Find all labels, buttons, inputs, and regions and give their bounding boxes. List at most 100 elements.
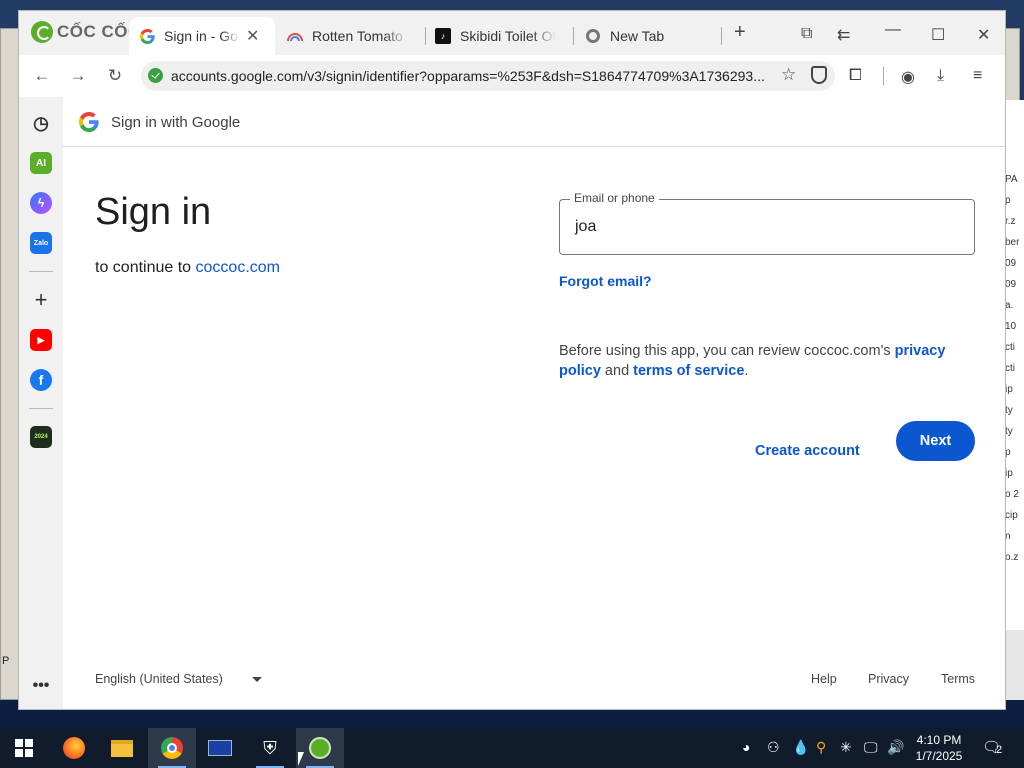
background-window-text: P bbox=[2, 655, 10, 667]
mouse-cursor bbox=[298, 752, 304, 766]
background-window-fragment: o.z bbox=[1005, 552, 1019, 563]
chrome-tray-icon[interactable]: ◕ bbox=[742, 739, 750, 755]
close-window-icon[interactable]: ✕ bbox=[977, 25, 990, 45]
secure-lock-icon[interactable] bbox=[148, 68, 163, 83]
firefox-icon[interactable] bbox=[50, 728, 98, 768]
volume-icon[interactable]: 🔊 bbox=[887, 739, 904, 756]
minimize-icon[interactable]: — bbox=[885, 21, 901, 39]
tab-skibidi-toilet[interactable]: ♪ Skibidi Toilet Offici bbox=[425, 17, 575, 55]
background-window-fragment: ty bbox=[1005, 426, 1013, 437]
address-bar[interactable]: accounts.google.com/v3/signin/identifier… bbox=[141, 61, 835, 91]
download-icon[interactable]: ⤓ bbox=[937, 67, 944, 85]
notification-center-icon[interactable]: 🗨 2 bbox=[982, 738, 1004, 758]
clock-date: 1/7/2025 bbox=[915, 749, 963, 763]
chrome-icon[interactable] bbox=[148, 728, 196, 768]
create-account-button[interactable]: Create account bbox=[755, 443, 860, 459]
back-history-icon[interactable]: ⇇ bbox=[837, 25, 850, 45]
menu-hamburger-icon[interactable]: ≡ bbox=[973, 67, 982, 85]
reload-icon[interactable]: ↻ bbox=[104, 65, 126, 87]
ai-assistant-icon[interactable]: AI bbox=[30, 152, 52, 174]
next-button[interactable]: Next bbox=[896, 421, 975, 461]
tab-title: Sign in - Google Accounts bbox=[164, 28, 240, 44]
file-explorer-icon[interactable] bbox=[98, 728, 146, 768]
background-window-fragment: cti bbox=[1005, 342, 1015, 353]
add-sidebar-app-icon[interactable]: + bbox=[30, 287, 52, 312]
background-window-fragment: 09 bbox=[1005, 258, 1017, 269]
terms-of-service-link[interactable]: terms of service bbox=[633, 363, 744, 379]
clock-time: 4:10 PM bbox=[916, 733, 962, 747]
background-window-fragment: ip bbox=[1005, 384, 1013, 395]
privacy-link[interactable]: Privacy bbox=[868, 672, 909, 686]
profile-icon[interactable]: ◉ bbox=[901, 67, 915, 87]
email-field-value[interactable]: joa bbox=[575, 218, 596, 236]
url-text[interactable]: accounts.google.com/v3/signin/identifier… bbox=[171, 68, 771, 84]
search-tray-icon[interactable]: ⚲ bbox=[816, 739, 826, 756]
terms-link[interactable]: Terms bbox=[941, 672, 975, 686]
help-link[interactable]: Help bbox=[811, 672, 837, 686]
background-window-fragment: 09 bbox=[1005, 279, 1017, 290]
continue-text: to continue to coccoc.com bbox=[95, 259, 280, 277]
extensions-puzzle-icon[interactable]: ⧠ bbox=[849, 67, 862, 85]
coccoc-badge-icon[interactable]: 2024 bbox=[30, 426, 52, 448]
continue-prefix: to continue to bbox=[95, 259, 196, 276]
back-arrow-icon[interactable]: ← bbox=[31, 65, 53, 87]
tab-rotten-tomato[interactable]: Rotten Tomato De bbox=[277, 17, 427, 55]
tab-close-icon[interactable]: ✕ bbox=[246, 26, 259, 46]
browser-window: CỐC CỐC Sign in - Google Accounts ✕ Rott… bbox=[18, 10, 1006, 710]
continue-site-link[interactable]: coccoc.com bbox=[196, 259, 280, 276]
facebook-icon[interactable]: f bbox=[30, 369, 52, 391]
language-dropdown-caret-icon[interactable] bbox=[252, 677, 262, 682]
tiktok-favicon-icon: ♪ bbox=[435, 28, 451, 44]
remote-desktop-icon[interactable] bbox=[196, 728, 244, 768]
forward-arrow-icon[interactable]: → bbox=[67, 65, 89, 87]
notification-count: 2 bbox=[996, 744, 1003, 756]
background-window-fragment: 10 bbox=[1005, 321, 1017, 332]
search-tabs-icon[interactable]: ⧉ bbox=[801, 25, 812, 43]
coccoc-logo[interactable]: CỐC CỐC bbox=[31, 21, 141, 43]
drop-tray-icon[interactable]: 💧 bbox=[792, 739, 809, 756]
rainbow-favicon-icon bbox=[287, 28, 303, 44]
tab-new-tab[interactable]: New Tab bbox=[575, 17, 721, 55]
toolbar-separator bbox=[883, 67, 884, 85]
history-icon[interactable]: ◷ bbox=[30, 112, 52, 134]
tab-google-sign-in[interactable]: Sign in - Google Accounts ✕ bbox=[129, 17, 275, 55]
new-tab-plus-icon[interactable]: + bbox=[734, 21, 746, 44]
security-shield-icon[interactable]: ⛨ bbox=[246, 728, 294, 768]
background-window-fragment: PA bbox=[1005, 174, 1018, 185]
language-selector[interactable]: English (United States) bbox=[95, 672, 223, 686]
sidebar-divider bbox=[29, 408, 53, 409]
bookmark-star-icon[interactable]: ☆ bbox=[781, 65, 796, 85]
google-favicon-icon bbox=[139, 28, 155, 44]
windows-start-button[interactable] bbox=[0, 728, 48, 768]
forgot-email-link[interactable]: Forgot email? bbox=[559, 273, 652, 289]
tab-separator bbox=[573, 27, 574, 45]
email-field[interactable]: Email or phone joa bbox=[559, 191, 975, 255]
background-window-fragment: o 2 bbox=[1005, 489, 1019, 500]
maximize-icon[interactable]: ☐ bbox=[931, 25, 945, 45]
people-tray-icon[interactable]: ⚇ bbox=[767, 739, 780, 756]
background-window-fragment: ty bbox=[1005, 405, 1013, 416]
sidebar: ◷ AI ϟ Zalo + ▶ f 2024 ••• bbox=[19, 97, 63, 709]
background-window-fragment: ber bbox=[1005, 237, 1020, 248]
privacy-mid: and bbox=[600, 363, 634, 379]
background-window-fragment: cti bbox=[1005, 363, 1015, 374]
privacy-notice: Before using this app, you can review co… bbox=[559, 341, 979, 381]
privacy-prefix: Before using this app, you can review co… bbox=[559, 343, 895, 359]
tab-title: Skibidi Toilet Offici bbox=[460, 28, 556, 44]
privacy-suffix: . bbox=[744, 363, 749, 379]
coccoc-favicon-icon bbox=[585, 28, 601, 44]
page-title: Sign in bbox=[95, 191, 212, 233]
network-icon[interactable]: 🖵 bbox=[864, 739, 878, 756]
tab-separator bbox=[721, 27, 722, 45]
zalo-icon[interactable]: Zalo bbox=[30, 232, 52, 254]
messenger-icon[interactable]: ϟ bbox=[30, 192, 52, 214]
brightness-tray-icon[interactable]: ✳ bbox=[840, 739, 852, 756]
more-options-icon[interactable]: ••• bbox=[30, 675, 52, 697]
system-clock[interactable]: 4:10 PM 1/7/2025 bbox=[912, 732, 966, 764]
page-content: Sign in with Google Sign in to continue … bbox=[63, 97, 1005, 709]
google-logo-icon bbox=[79, 112, 99, 132]
tab-title: New Tab bbox=[610, 28, 665, 44]
youtube-icon[interactable]: ▶ bbox=[30, 329, 52, 351]
adblock-shield-icon[interactable] bbox=[811, 66, 827, 84]
google-header: Sign in with Google bbox=[63, 97, 1005, 147]
